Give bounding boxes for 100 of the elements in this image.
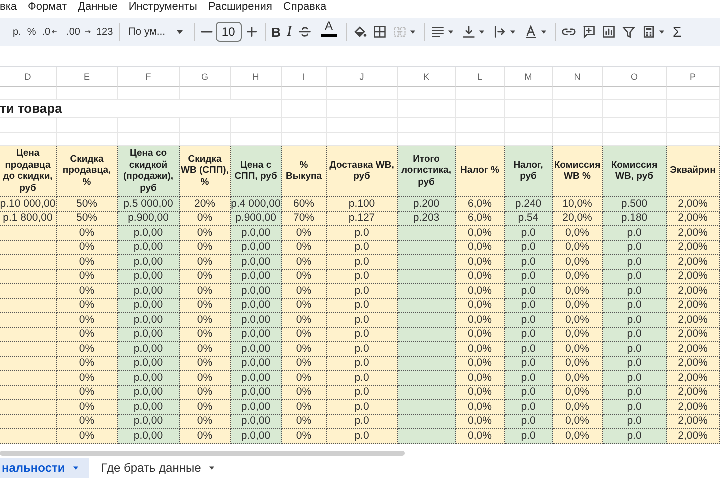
table-cell: р.0: [603, 298, 667, 313]
table-cell: р.0: [327, 400, 398, 414]
menu-item[interactable]: Справка: [283, 0, 327, 14]
table-cell: 0%: [282, 255, 327, 270]
table-cell: 0%: [57, 255, 118, 270]
menu-item[interactable]: Инструменты: [128, 0, 198, 14]
table-cell: 0,0%: [456, 270, 505, 284]
column-header[interactable]: G: [180, 67, 231, 87]
font-dropdown[interactable]: По ум...: [123, 21, 191, 43]
table-cell: 0%: [57, 240, 118, 255]
increase-decimals-button[interactable]: .00: [64, 21, 94, 43]
table-cell: 0%: [57, 356, 118, 371]
sheet-tab[interactable]: нальности: [0, 458, 90, 478]
table-cell: [0, 386, 57, 400]
table-cell: [398, 400, 456, 414]
table-cell: [0, 328, 57, 342]
table-cell: р.0,00: [118, 226, 180, 240]
table-cell: 0%: [57, 414, 118, 429]
table-cell: [398, 328, 456, 342]
sum-button[interactable]: Σ: [670, 21, 685, 43]
column-header[interactable]: E: [57, 67, 118, 87]
column-header[interactable]: P: [667, 67, 720, 87]
table-cell: р.0,00: [231, 371, 282, 386]
table-cell: 0%: [282, 270, 327, 284]
table-cell: р.0,00: [231, 284, 282, 298]
table-cell: 0,0%: [456, 356, 505, 371]
table-cell: [398, 356, 456, 371]
table-cell: 0,0%: [553, 284, 603, 298]
table-cell: р.127: [327, 212, 398, 226]
italic-button[interactable]: I: [284, 21, 295, 43]
menu-item[interactable]: вка: [0, 0, 18, 14]
menu-item[interactable]: Данные: [78, 0, 118, 14]
table-cell: 2,00%: [667, 371, 720, 386]
menu-item[interactable]: Формат: [28, 0, 68, 14]
column-header[interactable]: I: [282, 67, 327, 87]
currency-button[interactable]: р.: [10, 21, 24, 43]
grid-cell: [603, 100, 667, 118]
grid-cell: [456, 87, 505, 100]
decrease-decimals-button[interactable]: .0: [39, 21, 64, 43]
table-cell: 0%: [180, 400, 231, 414]
table-cell: 2,00%: [667, 298, 720, 313]
table-cell: р.0,00: [231, 328, 282, 342]
table-cell: [398, 270, 456, 284]
table-cell: р.0: [505, 400, 553, 414]
filter-icon: [622, 25, 636, 39]
table-cell: 0,0%: [553, 313, 603, 328]
table-cell: 0,0%: [553, 371, 603, 386]
table-cell: [0, 298, 57, 313]
column-heading: Скидка WB (СПП), %: [180, 146, 231, 197]
number-format-button[interactable]: 123: [94, 21, 116, 43]
column-header[interactable]: N: [553, 67, 603, 87]
table-cell: 70%: [282, 212, 327, 226]
grid-cell: [327, 118, 398, 133]
scrollbar[interactable]: [0, 451, 405, 456]
column-header[interactable]: M: [505, 67, 553, 87]
table-cell: 2,00%: [667, 328, 720, 342]
grid-cell: [231, 87, 282, 100]
table-cell: 0%: [180, 342, 231, 356]
column-header[interactable]: O: [603, 67, 667, 87]
column-header[interactable]: D: [0, 67, 57, 87]
table-cell: р.500: [603, 197, 667, 212]
percent-button[interactable]: %: [24, 21, 40, 43]
sheet-tab[interactable]: Где брать данные: [93, 458, 226, 478]
table-cell: р.0: [327, 328, 398, 342]
column-header[interactable]: K: [398, 67, 456, 87]
grid-cell: [118, 87, 180, 100]
table-cell: [0, 371, 57, 386]
table-cell: 0,0%: [553, 240, 603, 255]
bold-button[interactable]: B: [268, 21, 284, 43]
table-cell: 0,0%: [553, 400, 603, 414]
table-cell: 0%: [180, 255, 231, 270]
table-cell: р.0: [505, 371, 553, 386]
column-header[interactable]: L: [456, 67, 505, 87]
text-color-button[interactable]: A: [314, 21, 343, 43]
table-cell: [0, 284, 57, 298]
table-cell: р.0,00: [231, 240, 282, 255]
table-cell: 0%: [282, 371, 327, 386]
chart-icon: [602, 25, 616, 39]
table-cell: 0,0%: [553, 328, 603, 342]
grid-cell: [327, 87, 398, 100]
column-header[interactable]: J: [327, 67, 398, 87]
table-cell: 50%: [57, 197, 118, 212]
table-cell: 0,0%: [553, 429, 603, 444]
table-cell: 0,0%: [456, 328, 505, 342]
font-size-field[interactable]: 10: [216, 22, 242, 42]
menu-item[interactable]: Расширения: [208, 0, 272, 14]
table-cell: р.0: [505, 429, 553, 444]
table-cell: [398, 313, 456, 328]
grid-cell: [398, 118, 456, 133]
table-cell: р.0,00: [231, 255, 282, 270]
column-header[interactable]: F: [118, 67, 180, 87]
table-cell: р.0: [603, 226, 667, 240]
column-header[interactable]: H: [231, 67, 282, 87]
table-cell: 6,0%: [456, 197, 505, 212]
table-cell: р.0: [603, 371, 667, 386]
table-cell: р.0: [505, 342, 553, 356]
table-cell: 0,0%: [456, 226, 505, 240]
table-cell: [398, 429, 456, 444]
table-cell: 0%: [57, 371, 118, 386]
table-cell: 0%: [180, 212, 231, 226]
